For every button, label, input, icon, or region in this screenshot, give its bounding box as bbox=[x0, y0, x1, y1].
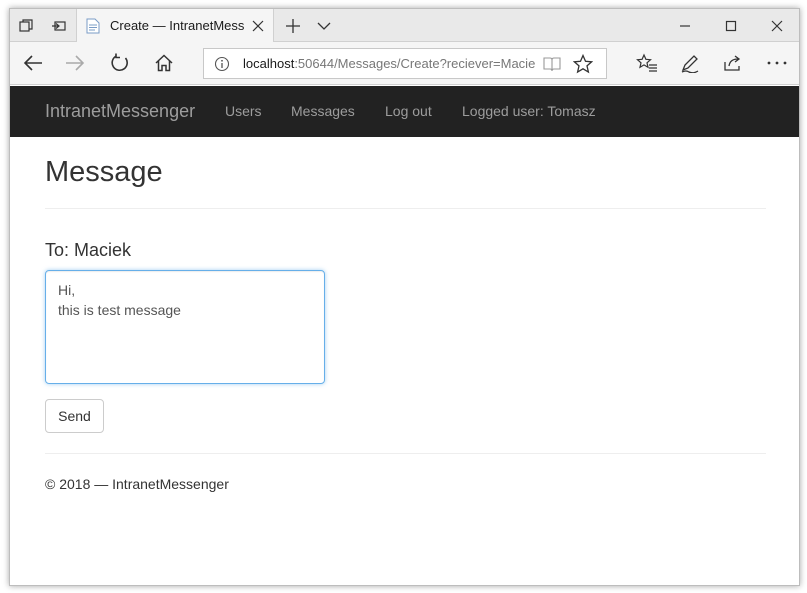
maximize-icon bbox=[725, 20, 737, 31]
nav-link-users[interactable]: Users bbox=[225, 103, 262, 119]
message-line: this is test message bbox=[58, 302, 181, 318]
to-prefix: To: bbox=[45, 240, 70, 260]
nav-link-messages[interactable]: Messages bbox=[291, 103, 355, 119]
footer-text: © 2018 — IntranetMessenger bbox=[45, 476, 229, 492]
url-text: localhost:50644/Messages/Create?reciever… bbox=[243, 56, 535, 71]
tab-actions-icon bbox=[19, 19, 33, 32]
forward-button[interactable] bbox=[59, 48, 91, 78]
tab-title: Create — IntranetMessenger bbox=[110, 18, 244, 33]
tab-create[interactable]: Create — IntranetMessenger bbox=[76, 9, 274, 42]
message-line: Hi, bbox=[58, 282, 76, 298]
home-icon bbox=[155, 54, 173, 72]
maximize-button[interactable] bbox=[708, 9, 754, 42]
nav-link-logout[interactable]: Log out bbox=[385, 103, 432, 119]
footer-divider bbox=[45, 453, 766, 454]
tab-actions-button[interactable] bbox=[12, 13, 40, 39]
more-icon bbox=[767, 61, 787, 65]
forward-arrow-icon bbox=[66, 55, 85, 71]
minimize-icon bbox=[680, 24, 690, 27]
url-host: localhost bbox=[243, 56, 295, 71]
url-path: :50644/Messages/Create?reciever=Maciek bbox=[294, 56, 535, 71]
close-window-icon bbox=[771, 20, 783, 31]
tab-list-chevron-icon bbox=[317, 22, 331, 30]
notes-button[interactable] bbox=[674, 48, 706, 78]
brand-link[interactable]: IntranetMessenger bbox=[45, 101, 195, 122]
send-button[interactable]: Send bbox=[45, 399, 104, 433]
back-button[interactable] bbox=[17, 48, 49, 78]
browser-window: Create — IntranetMessenger bbox=[9, 8, 800, 586]
share-icon bbox=[724, 55, 741, 71]
page-favicon-icon bbox=[86, 18, 100, 34]
set-aside-tabs-button[interactable] bbox=[45, 13, 73, 39]
close-tab-button[interactable] bbox=[250, 18, 266, 34]
page-title: Message bbox=[45, 156, 163, 188]
minimize-button[interactable] bbox=[662, 9, 708, 42]
recipient-label: To: Maciek bbox=[45, 240, 131, 261]
more-button[interactable] bbox=[761, 48, 793, 78]
close-tab-icon bbox=[252, 20, 264, 31]
divider bbox=[45, 208, 766, 209]
share-button[interactable] bbox=[717, 48, 749, 78]
recipient-name: Maciek bbox=[74, 240, 132, 260]
message-textarea[interactable]: Hi, this is test message bbox=[45, 270, 325, 384]
close-window-button[interactable] bbox=[754, 9, 799, 42]
tab-list-button[interactable] bbox=[314, 13, 334, 39]
site-navbar: IntranetMessenger Users Messages Log out… bbox=[10, 86, 799, 137]
set-aside-tabs-icon bbox=[52, 21, 66, 31]
reading-view-icon[interactable] bbox=[543, 55, 561, 73]
favorites-hub-button[interactable] bbox=[631, 48, 663, 78]
new-tab-button[interactable] bbox=[282, 13, 304, 39]
address-bar[interactable]: localhost:50644/Messages/Create?reciever… bbox=[203, 48, 607, 79]
browser-toolbar: localhost:50644/Messages/Create?reciever… bbox=[10, 42, 799, 85]
tab-strip: Create — IntranetMessenger bbox=[10, 9, 799, 42]
back-arrow-icon bbox=[23, 55, 42, 71]
favorite-star-icon[interactable] bbox=[573, 54, 593, 74]
logged-user-text: Logged user: Tomasz bbox=[462, 103, 596, 119]
favorites-hub-icon bbox=[636, 53, 657, 72]
refresh-button[interactable] bbox=[104, 48, 136, 78]
home-button[interactable] bbox=[148, 48, 180, 78]
pen-icon bbox=[681, 55, 699, 73]
refresh-icon bbox=[111, 53, 128, 72]
new-tab-icon bbox=[286, 19, 300, 33]
info-icon[interactable] bbox=[214, 56, 230, 72]
